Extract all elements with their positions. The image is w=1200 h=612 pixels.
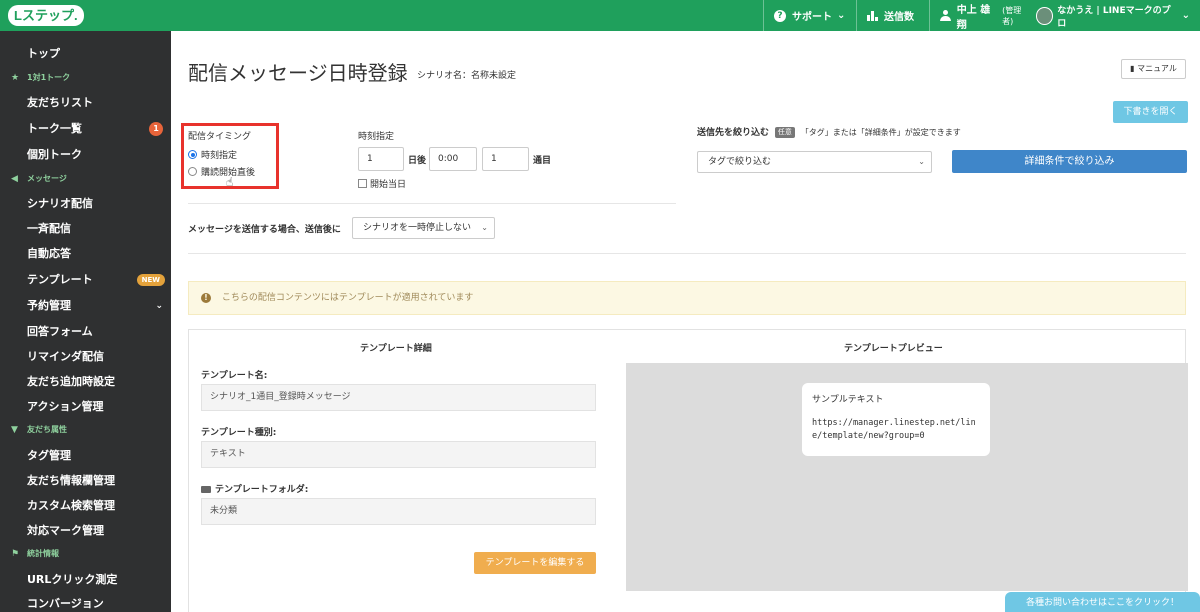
- sidebar-item-conversion[interactable]: コンバージョン: [0, 592, 171, 612]
- sidebar-section-stats: ⚑ 統計情報: [0, 545, 171, 563]
- support-menu[interactable]: ? サポート ⌄: [763, 0, 855, 31]
- manual-button[interactable]: ▮ マニュアル: [1121, 59, 1186, 79]
- scenario-name: シナリオ名：名称未設定: [417, 71, 517, 81]
- sidebar-item-individual-talk[interactable]: 個別トーク: [0, 143, 171, 167]
- template-folder-label: テンプレートフォルダ:: [201, 482, 308, 495]
- user-name: 中上 雄翔: [956, 4, 991, 31]
- bar-chart-icon: [867, 10, 878, 21]
- preview-url[interactable]: https://manager.linestep.net/line/templa…: [812, 417, 980, 443]
- template-type-value: テキスト: [201, 441, 596, 468]
- flag-icon: ⚑: [11, 549, 20, 559]
- user-icon: [940, 10, 951, 21]
- user-role: (管理者): [1002, 5, 1022, 26]
- sidebar-item-top[interactable]: トップ: [0, 42, 171, 66]
- avatar: [1035, 6, 1054, 25]
- sidebar-section-message: ◀ メッセージ: [0, 170, 171, 188]
- time-spec-label: 時刻指定: [358, 132, 395, 142]
- preview-title: サンプルテキスト: [812, 395, 884, 405]
- sidebar-item-friend-info[interactable]: 友だち情報欄管理: [0, 469, 171, 493]
- template-preview-area: サンプルテキスト https://manager.linestep.net/li…: [626, 363, 1188, 591]
- chevron-down-icon: ⌄: [155, 301, 163, 311]
- template-folder-value: 未分類: [201, 498, 596, 525]
- tag-filter-select[interactable]: タグで絞り込む ⌄: [697, 151, 932, 173]
- template-type-label: テンプレート種別:: [201, 428, 277, 438]
- send-count-label: 送信数: [884, 12, 914, 23]
- sidebar-item-tag[interactable]: タグ管理: [0, 444, 171, 468]
- radio-time-spec-label[interactable]: 時刻指定: [201, 148, 237, 161]
- open-draft-button[interactable]: 下書きを開く: [1113, 101, 1188, 123]
- after-send-label: メッセージを送信する場合、送信後に: [188, 225, 341, 235]
- timing-label: 配信タイミング: [188, 132, 252, 142]
- send-count-menu[interactable]: 送信数: [856, 0, 924, 31]
- sidebar-item-talk-list[interactable]: トーク一覧 1: [0, 117, 171, 141]
- unread-badge: 1: [149, 122, 163, 136]
- detail-filter-button[interactable]: 詳細条件で絞り込み: [952, 150, 1187, 173]
- filter-row: 送信先を絞り込む 任意 「タグ」または「詳細条件」が設定できます: [697, 125, 961, 138]
- contact-button[interactable]: 各種お問い合わせはここをクリック！: [1005, 592, 1200, 612]
- sidebar-item-action[interactable]: アクション管理: [0, 395, 171, 419]
- radio-on-subscribe[interactable]: [188, 167, 197, 176]
- chevron-down-icon: ⌄: [481, 223, 488, 232]
- template-preview-header: テンプレートプレビュー: [844, 344, 943, 354]
- chevron-down-icon: ⌄: [918, 157, 925, 166]
- template-name-value: シナリオ_1通目_登録時メッセージ: [201, 384, 596, 411]
- sidebar-item-friend-add-setting[interactable]: 友だち追加時設定: [0, 370, 171, 394]
- divider: [188, 253, 1186, 254]
- after-send-select[interactable]: シナリオを一時停止しない ⌄: [352, 217, 495, 239]
- chevron-down-icon: ⌄: [1181, 10, 1191, 21]
- sidebar-item-auto-reply[interactable]: 自動応答: [0, 242, 171, 266]
- message-bubble: サンプルテキスト https://manager.linestep.net/li…: [802, 383, 990, 456]
- star-icon: ★: [11, 73, 20, 83]
- optional-badge: 任意: [774, 127, 795, 138]
- sidebar-section-attr: ▼ 友だち属性: [0, 421, 171, 439]
- filter-hint: 「タグ」または「詳細条件」が設定できます: [800, 128, 961, 137]
- account-name: なかうえ | LINEマークのプロ: [1057, 5, 1171, 29]
- template-applied-alert: ! こちらの配信コンテンツにはテンプレートが適用されています: [188, 281, 1186, 315]
- template-panel: テンプレート詳細 テンプレートプレビュー テンプレート名: シナリオ_1通目_登…: [188, 329, 1188, 612]
- time-input[interactable]: 0:00: [429, 147, 477, 171]
- sidebar-item-custom-search[interactable]: カスタム検索管理: [0, 494, 171, 518]
- template-detail-header: テンプレート詳細: [360, 344, 432, 354]
- divider: [188, 203, 676, 204]
- sidebar-item-broadcast[interactable]: 一斉配信: [0, 217, 171, 241]
- support-label: サポート: [792, 12, 832, 23]
- days-input[interactable]: 1: [358, 147, 404, 171]
- sidebar: トップ ★ 1対1トーク 友だちリスト トーク一覧 1 個別トーク ◀ メッセージ …: [0, 31, 171, 612]
- megaphone-icon: ◀: [11, 174, 18, 184]
- chevron-down-icon: ⌄: [837, 10, 846, 21]
- sidebar-item-reservation[interactable]: 予約管理 ⌄: [0, 294, 171, 318]
- page-title: 配信メッセージ日時登録: [188, 61, 408, 85]
- user-menu[interactable]: 中上 雄翔 (管理者) なかうえ | LINEマークのプロ ⌄: [929, 0, 1200, 31]
- count-unit: 通目: [533, 156, 552, 166]
- sidebar-item-answer-form[interactable]: 回答フォーム: [0, 320, 171, 344]
- filter-icon: ▼: [11, 425, 18, 435]
- main-content: 配信メッセージ日時登録 シナリオ名：名称未設定 ▮ マニュアル 下書きを開く 配…: [171, 31, 1200, 612]
- exclamation-icon: !: [201, 292, 211, 303]
- hand-cursor-icon: ☝: [226, 175, 234, 189]
- sidebar-item-scenario[interactable]: シナリオ配信: [0, 192, 171, 216]
- count-input[interactable]: 1: [482, 147, 529, 171]
- sidebar-item-friends-list[interactable]: 友だちリスト: [0, 91, 171, 115]
- sidebar-item-reminder[interactable]: リマインダ配信: [0, 345, 171, 369]
- start-day-checkbox[interactable]: [358, 179, 367, 188]
- template-name-label: テンプレート名:: [201, 371, 268, 381]
- sidebar-item-mark[interactable]: 対応マーク管理: [0, 519, 171, 543]
- sidebar-item-template[interactable]: テンプレート NEW: [0, 268, 171, 292]
- start-day-label[interactable]: 開始当日: [370, 177, 406, 190]
- sidebar-section-talk: ★ 1対1トーク: [0, 69, 171, 87]
- app-logo[interactable]: Lステップ.: [8, 5, 84, 26]
- edit-template-button[interactable]: テンプレートを編集する: [474, 552, 596, 574]
- help-icon: ?: [774, 9, 786, 22]
- days-unit: 日後: [408, 156, 427, 166]
- folder-icon: [201, 486, 211, 493]
- sidebar-item-url-click[interactable]: URLクリック測定: [0, 568, 171, 592]
- top-bar: Lステップ. ? サポート ⌄ 送信数 中上 雄翔 (管理者) なかうえ | L…: [0, 0, 1200, 31]
- new-badge: NEW: [136, 274, 165, 286]
- radio-time-spec[interactable]: [188, 150, 197, 159]
- filter-label: 送信先を絞り込む: [697, 128, 770, 138]
